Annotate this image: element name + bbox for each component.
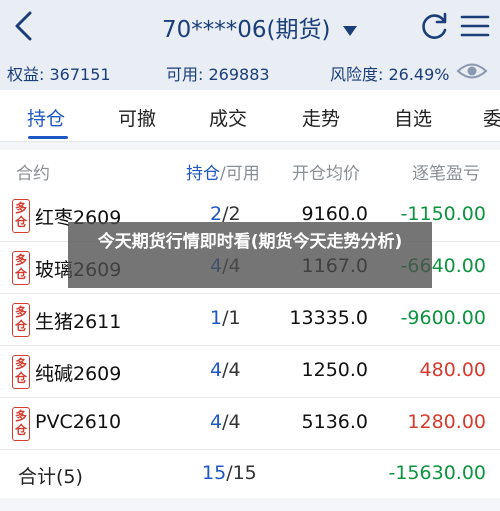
hold-available: 4/4 [210, 411, 241, 433]
total-label: 合计(5) [18, 466, 83, 488]
long-position-badge: 多仓 [12, 303, 30, 337]
overlay-caption: 今天期货行情即时看(期货今天走势分析) [68, 222, 432, 288]
row-pnl: 480.00 [419, 359, 486, 381]
table-row[interactable]: 多仓纯碱2609 4/4 1250.0 480.00 [0, 346, 500, 398]
header-pnl[interactable]: 逐笔盈亏 [412, 159, 480, 184]
total-pnl: -15630.00 [388, 462, 486, 484]
tab-bar: 持仓 可撤 成交 走势 自选 委 [0, 90, 500, 142]
hold-available: 4/4 [210, 359, 241, 381]
risk-value: 风险度: 26.49% [330, 65, 450, 84]
account-title-dropdown[interactable]: 70****06(期货) [162, 10, 358, 44]
open-price: 1250.0 [301, 359, 368, 381]
hold-available: 1/1 [210, 307, 241, 329]
tab-trades[interactable]: 成交 [209, 104, 247, 131]
open-price: 5136.0 [301, 411, 368, 433]
total-hold: 15/15 [202, 462, 257, 484]
long-position-badge: 多仓 [12, 199, 30, 233]
table-row[interactable]: 多仓 PVC2610 4/4 5136.0 1280.00 [0, 398, 500, 450]
back-chevron-icon[interactable] [8, 8, 42, 44]
total-row: 合计(5) 15/15 -15630.00 [0, 450, 500, 498]
header-contract: 合约 [16, 164, 50, 184]
account-info-bar: 权益: 367151 可用: 269883 风险度: 26.49% [0, 52, 500, 90]
contract-name: PVC2610 [35, 411, 122, 433]
open-price: 13335.0 [289, 307, 368, 329]
refresh-icon[interactable] [418, 10, 450, 42]
table-header: 合约 持仓/可用 开仓均价 逐笔盈亏 [0, 150, 500, 190]
tab-positions[interactable]: 持仓 [27, 104, 65, 131]
active-tab-indicator [28, 136, 68, 139]
contract-name: 生猪2611 [35, 311, 122, 333]
tab-trend[interactable]: 走势 [302, 104, 340, 131]
table-row[interactable]: 多仓生猪2611 1/1 13335.0 -9600.00 [0, 294, 500, 346]
long-position-badge: 多仓 [12, 407, 30, 441]
long-position-badge: 多仓 [12, 251, 30, 285]
long-position-badge: 多仓 [12, 355, 30, 389]
tab-watchlist[interactable]: 自选 [394, 104, 432, 131]
contract-name: 纯碱2609 [35, 363, 122, 385]
account-title: 70****06(期货) [162, 17, 331, 43]
row-pnl: 1280.00 [407, 411, 486, 433]
tab-orders[interactable]: 委 [483, 104, 500, 131]
row-pnl: -9600.00 [400, 307, 486, 329]
menu-icon[interactable] [458, 12, 492, 40]
header-open-price: 开仓均价 [292, 164, 360, 184]
equity-value: 权益: 367151 [7, 65, 111, 84]
top-bar: 70****06(期货) [0, 0, 500, 52]
header-hold: 持仓/可用 [186, 164, 260, 184]
tab-cancellable[interactable]: 可撤 [118, 104, 156, 131]
dropdown-caret-icon [342, 25, 357, 36]
eye-icon[interactable] [456, 58, 488, 84]
available-value: 可用: 269883 [166, 65, 270, 84]
